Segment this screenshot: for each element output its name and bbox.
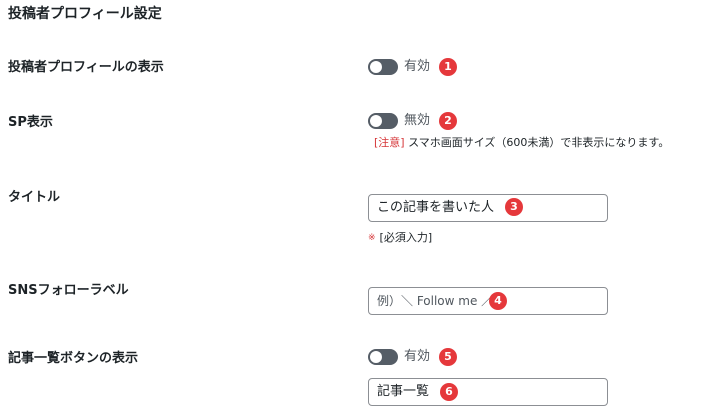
toggle-knob	[370, 351, 382, 363]
sp-display-note: [注意] スマホ画面サイズ（600未満）で非表示になります。	[374, 135, 669, 151]
annotation-badge-1: 1	[439, 58, 457, 76]
list-button-toggle[interactable]	[368, 349, 398, 365]
annotation-badge-6: 6	[440, 383, 458, 401]
profile-display-label: 投稿者プロフィールの表示	[8, 60, 164, 75]
title-label: タイトル	[8, 190, 61, 205]
required-mark: ※	[368, 233, 376, 243]
list-button-text-input[interactable]: 記事一覧	[368, 378, 608, 406]
annotation-badge-4: 4	[489, 292, 507, 310]
sp-display-label: SP表示	[8, 115, 53, 130]
profile-display-status: 有効	[404, 59, 431, 74]
sns-label-input[interactable]: 例）＼ Follow me ／	[368, 287, 608, 315]
toggle-knob	[370, 115, 382, 127]
annotation-badge-2: 2	[439, 112, 457, 130]
note-warning-tag: [注意]	[374, 136, 405, 149]
required-text: [必須入力]	[379, 231, 433, 244]
required-note: ※ [必須入力]	[368, 230, 432, 246]
sp-display-toggle[interactable]	[368, 113, 398, 129]
section-title: 投稿者プロフィール設定	[8, 6, 162, 22]
sns-label-label: SNSフォローラベル	[8, 283, 129, 298]
note-text: スマホ画面サイズ（600未満）で非表示になります。	[408, 136, 670, 149]
annotation-badge-3: 3	[505, 198, 523, 216]
list-button-label: 記事一覧ボタンの表示	[8, 351, 139, 366]
annotation-badge-5: 5	[439, 348, 457, 366]
profile-display-toggle[interactable]	[368, 59, 398, 75]
toggle-knob	[370, 61, 382, 73]
list-button-status: 有効	[404, 349, 431, 364]
title-input[interactable]: この記事を書いた人	[368, 194, 608, 222]
sp-display-status: 無効	[404, 113, 431, 128]
